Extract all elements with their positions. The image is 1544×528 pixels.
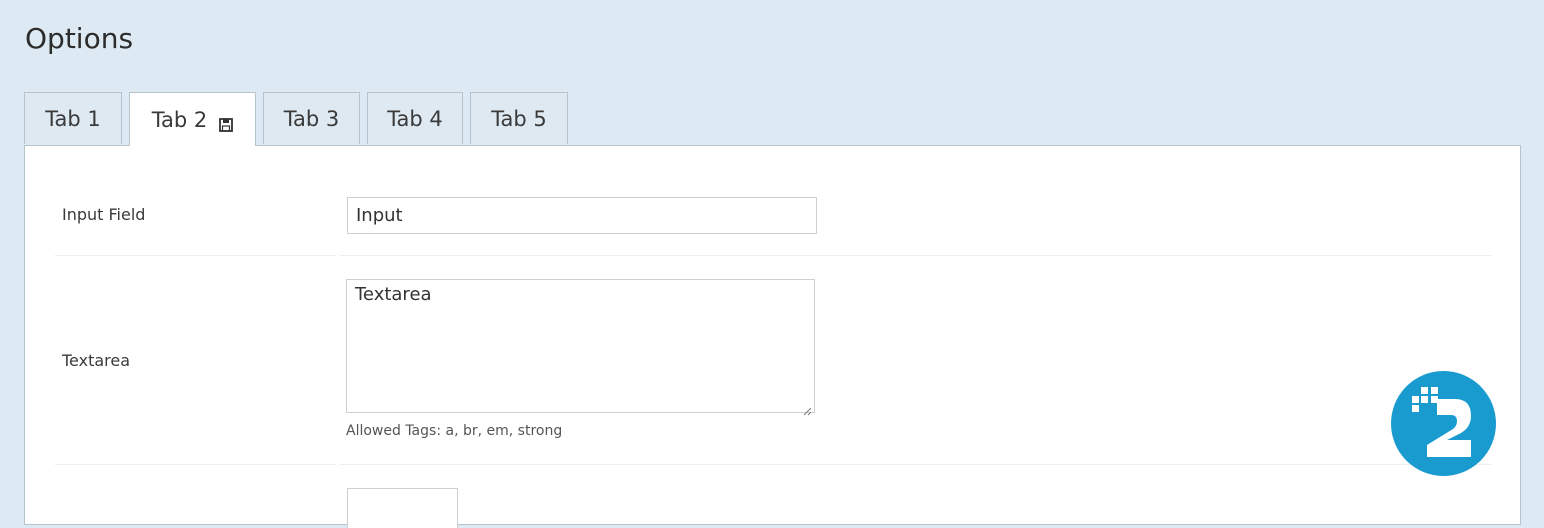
tab-panel: Input Field Textarea Textarea Allowed Ta…	[24, 145, 1521, 528]
textarea-label: Textarea	[62, 351, 131, 370]
save-icon	[219, 113, 234, 132]
tab-3[interactable]: Tab 3	[263, 92, 360, 144]
input-field[interactable]	[347, 197, 817, 234]
tab-label: Tab 2	[151, 107, 208, 132]
tab-1[interactable]: Tab 1	[24, 92, 122, 144]
tab-label: Tab 3	[283, 106, 340, 131]
page-title: Options	[25, 22, 134, 55]
row-divider	[55, 255, 336, 256]
logo-badge-icon	[1391, 371, 1496, 476]
textarea-value: Textarea	[355, 284, 432, 305]
textarea-help-text: Allowed Tags: a, br, em, strong	[346, 423, 563, 439]
input-field-label: Input Field	[62, 205, 146, 224]
next-field-input[interactable]	[347, 488, 458, 528]
tab-label: Tab 1	[45, 106, 101, 131]
resize-grip-icon[interactable]	[802, 400, 812, 416]
tab-5[interactable]: Tab 5	[470, 92, 568, 144]
tab-label: Tab 5	[491, 106, 547, 131]
textarea-field[interactable]: Textarea	[346, 279, 815, 416]
row-divider	[340, 255, 1491, 256]
row-divider	[340, 464, 1491, 465]
tab-label: Tab 4	[387, 106, 443, 131]
tab-2[interactable]: Tab 2	[129, 92, 256, 146]
row-divider	[55, 464, 336, 465]
tab-4[interactable]: Tab 4	[367, 92, 463, 144]
